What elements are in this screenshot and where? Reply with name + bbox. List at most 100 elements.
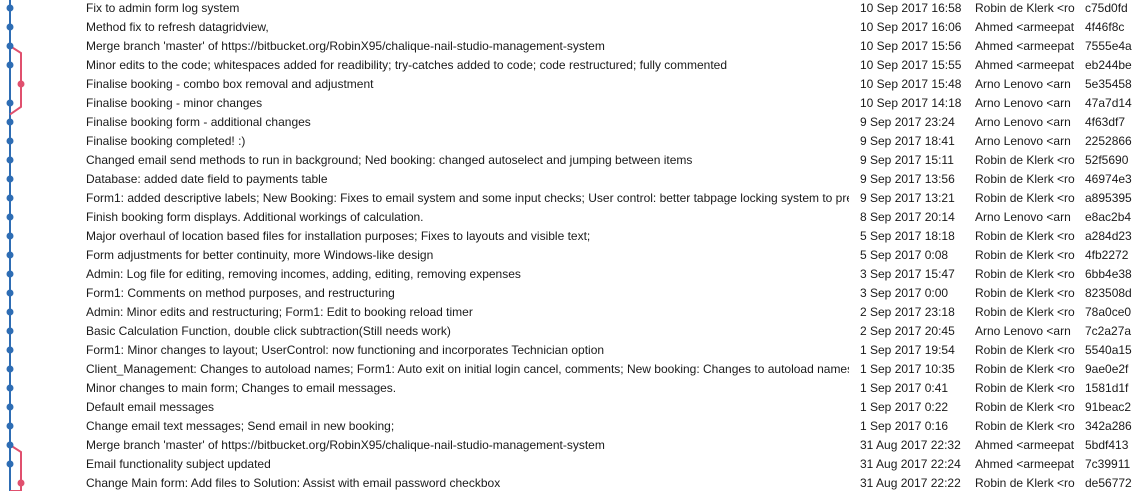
commit-hash: 78a0ce0 — [1085, 305, 1132, 319]
commit-date: 9 Sep 2017 18:41 — [860, 134, 955, 148]
commit-author: Arno Lenovo <arn — [975, 96, 1071, 110]
commit-row[interactable]: Change Main form: Add files to Solution:… — [0, 474, 1138, 491]
commit-message: Changed email send methods to run in bac… — [86, 153, 693, 167]
commit-row[interactable]: Form adjustments for better continuity, … — [0, 246, 1138, 265]
commit-message: Form1: added descriptive labels; New Boo… — [86, 191, 849, 205]
commit-hash: 7c39911 — [1085, 457, 1131, 471]
commit-date: 2 Sep 2017 23:18 — [860, 305, 955, 319]
commit-message: Admin: Log file for editing, removing in… — [86, 267, 521, 281]
commit-message: Email functionality subject updated — [86, 457, 271, 471]
commit-date: 5 Sep 2017 18:18 — [860, 229, 955, 243]
commit-hash: 5540a15 — [1085, 343, 1132, 357]
commit-hash: e8ac2b4 — [1085, 210, 1132, 224]
commit-date: 10 Sep 2017 14:18 — [860, 96, 962, 110]
commit-date: 1 Sep 2017 19:54 — [860, 343, 955, 357]
commit-author: Robin de Klerk <ro — [975, 229, 1075, 243]
commit-date: 31 Aug 2017 22:32 — [860, 438, 961, 452]
commit-author: Ahmed <armeepat — [975, 39, 1075, 53]
commit-hash: c75d0fd — [1085, 1, 1128, 15]
commit-row[interactable]: Finish booking form displays. Additional… — [0, 208, 1138, 227]
commit-row[interactable]: Finalise booking - combo box removal and… — [0, 75, 1138, 94]
commit-date: 9 Sep 2017 23:24 — [860, 115, 955, 129]
commit-author: Arno Lenovo <arn — [975, 134, 1071, 148]
commit-message: Admin: Minor edits and restructuring; Fo… — [86, 305, 473, 319]
commit-message: Minor changes to main form; Changes to e… — [86, 381, 397, 395]
commit-message: Minor edits to the code; whitespaces add… — [86, 58, 728, 72]
commit-hash: 5bdf413 — [1085, 438, 1129, 452]
commit-row[interactable]: Form1: Comments on method purposes, and … — [0, 284, 1138, 303]
commit-row[interactable]: Changed email send methods to run in bac… — [0, 151, 1138, 170]
commit-author: Robin de Klerk <ro — [975, 267, 1075, 281]
commit-message: Client_Management: Changes to autoload n… — [86, 362, 849, 376]
commit-row[interactable]: Default email messages 1 Sep 2017 0:22 Rob… — [0, 398, 1138, 417]
commit-hash: 1581d1f — [1085, 381, 1129, 395]
commit-row[interactable]: Merge branch 'master' of https://bitbuck… — [0, 37, 1138, 56]
commit-date: 1 Sep 2017 0:41 — [860, 381, 949, 395]
commit-hash: 9ae0e2f — [1085, 362, 1129, 376]
commit-author: Robin de Klerk <ro — [975, 286, 1075, 300]
commit-author: Robin de Klerk <ro — [975, 362, 1075, 376]
commit-author: Robin de Klerk <ro — [975, 419, 1075, 433]
commit-author: Ahmed <armeepat — [975, 20, 1075, 34]
commit-date: 31 Aug 2017 22:22 — [860, 476, 961, 490]
commit-author: Robin de Klerk <ro — [975, 172, 1075, 186]
commit-row[interactable]: Minor edits to the code; whitespaces add… — [0, 56, 1138, 75]
commit-date: 2 Sep 2017 20:45 — [860, 324, 955, 338]
commit-message: Merge branch 'master' of https://bitbuck… — [86, 438, 605, 452]
commit-author: Arno Lenovo <arn — [975, 77, 1071, 91]
commit-author: Robin de Klerk <ro — [975, 153, 1075, 167]
commit-date: 10 Sep 2017 15:55 — [860, 58, 962, 72]
commit-author: Robin de Klerk <ro — [975, 381, 1075, 395]
commit-log-list: Fix to admin form log system 10 Sep 2017 … — [0, 0, 1138, 491]
commit-hash: 2252866 — [1085, 134, 1132, 148]
commit-hash: 7c2a27a — [1085, 324, 1132, 338]
commit-hash: 4f46f8c — [1085, 20, 1125, 34]
commit-message: Fix to admin form log system — [86, 1, 240, 15]
commit-row[interactable]: Form1: Minor changes to layout; UserCont… — [0, 341, 1138, 360]
commit-row[interactable]: Form1: added descriptive labels; New Boo… — [0, 189, 1138, 208]
commit-message: Method fix to refresh datagridview, — [86, 20, 269, 34]
commit-date: 10 Sep 2017 15:48 — [860, 77, 962, 91]
commit-row[interactable]: Admin: Minor edits and restructuring; Fo… — [0, 303, 1138, 322]
commit-author: Arno Lenovo <arn — [975, 210, 1071, 224]
commit-row[interactable]: Finalise booking - minor changes 10 Sep 2… — [0, 94, 1138, 113]
commit-date: 9 Sep 2017 13:56 — [860, 172, 955, 186]
commit-message: Finish booking form displays. Additional… — [86, 210, 424, 224]
commit-row[interactable]: Database: added date field to payments t… — [0, 170, 1138, 189]
commit-hash: eb244be — [1085, 58, 1132, 72]
commit-row[interactable]: Fix to admin form log system 10 Sep 2017 … — [0, 0, 1138, 18]
commit-message: Form1: Comments on method purposes, and … — [86, 286, 395, 300]
commit-row[interactable]: Finalise booking form - additional chang… — [0, 113, 1138, 132]
commit-row[interactable]: Merge branch 'master' of https://bitbuck… — [0, 436, 1138, 455]
commit-row[interactable]: Email functionality subject updated 31 Au… — [0, 455, 1138, 474]
commit-date: 1 Sep 2017 0:22 — [860, 400, 949, 414]
commit-hash: 46974e3 — [1085, 172, 1132, 186]
commit-date: 10 Sep 2017 15:56 — [860, 39, 962, 53]
commit-row[interactable]: Client_Management: Changes to autoload n… — [0, 360, 1138, 379]
commit-row[interactable]: Major overhaul of location based files f… — [0, 227, 1138, 246]
commit-row[interactable]: Method fix to refresh datagridview, 10 Se… — [0, 18, 1138, 37]
commit-hash: 52f5690 — [1085, 153, 1129, 167]
commit-author: Robin de Klerk <ro — [975, 1, 1075, 15]
commit-author: Ahmed <armeepat — [975, 457, 1075, 471]
commit-message: Finalise booking - combo box removal and… — [86, 77, 374, 91]
commit-row[interactable]: Finalise booking completed! :) 9 Sep 2017… — [0, 132, 1138, 151]
commit-author: Robin de Klerk <ro — [975, 191, 1075, 205]
commit-author: Robin de Klerk <ro — [975, 476, 1075, 490]
commit-row[interactable]: Change email text messages; Send email i… — [0, 417, 1138, 436]
commit-row[interactable]: Basic Calculation Function, double click… — [0, 322, 1138, 341]
commit-date: 1 Sep 2017 10:35 — [860, 362, 955, 376]
commit-message: Change email text messages; Send email i… — [86, 419, 395, 433]
commit-message: Merge branch 'master' of https://bitbuck… — [86, 39, 605, 53]
commit-message: Basic Calculation Function, double click… — [86, 324, 451, 338]
commit-hash: 7555e4a — [1085, 39, 1132, 53]
commit-message: Major overhaul of location based files f… — [86, 229, 591, 243]
commit-row[interactable]: Admin: Log file for editing, removing in… — [0, 265, 1138, 284]
commit-hash: 4fb2272 — [1085, 248, 1129, 262]
commit-message: Change Main form: Add files to Solution:… — [86, 476, 501, 490]
commit-date: 10 Sep 2017 16:06 — [860, 20, 962, 34]
commit-hash: 6bb4e38 — [1085, 267, 1132, 281]
commit-message: Form1: Minor changes to layout; UserCont… — [86, 343, 605, 357]
commit-row[interactable]: Minor changes to main form; Changes to e… — [0, 379, 1138, 398]
commit-author: Arno Lenovo <arn — [975, 324, 1071, 338]
